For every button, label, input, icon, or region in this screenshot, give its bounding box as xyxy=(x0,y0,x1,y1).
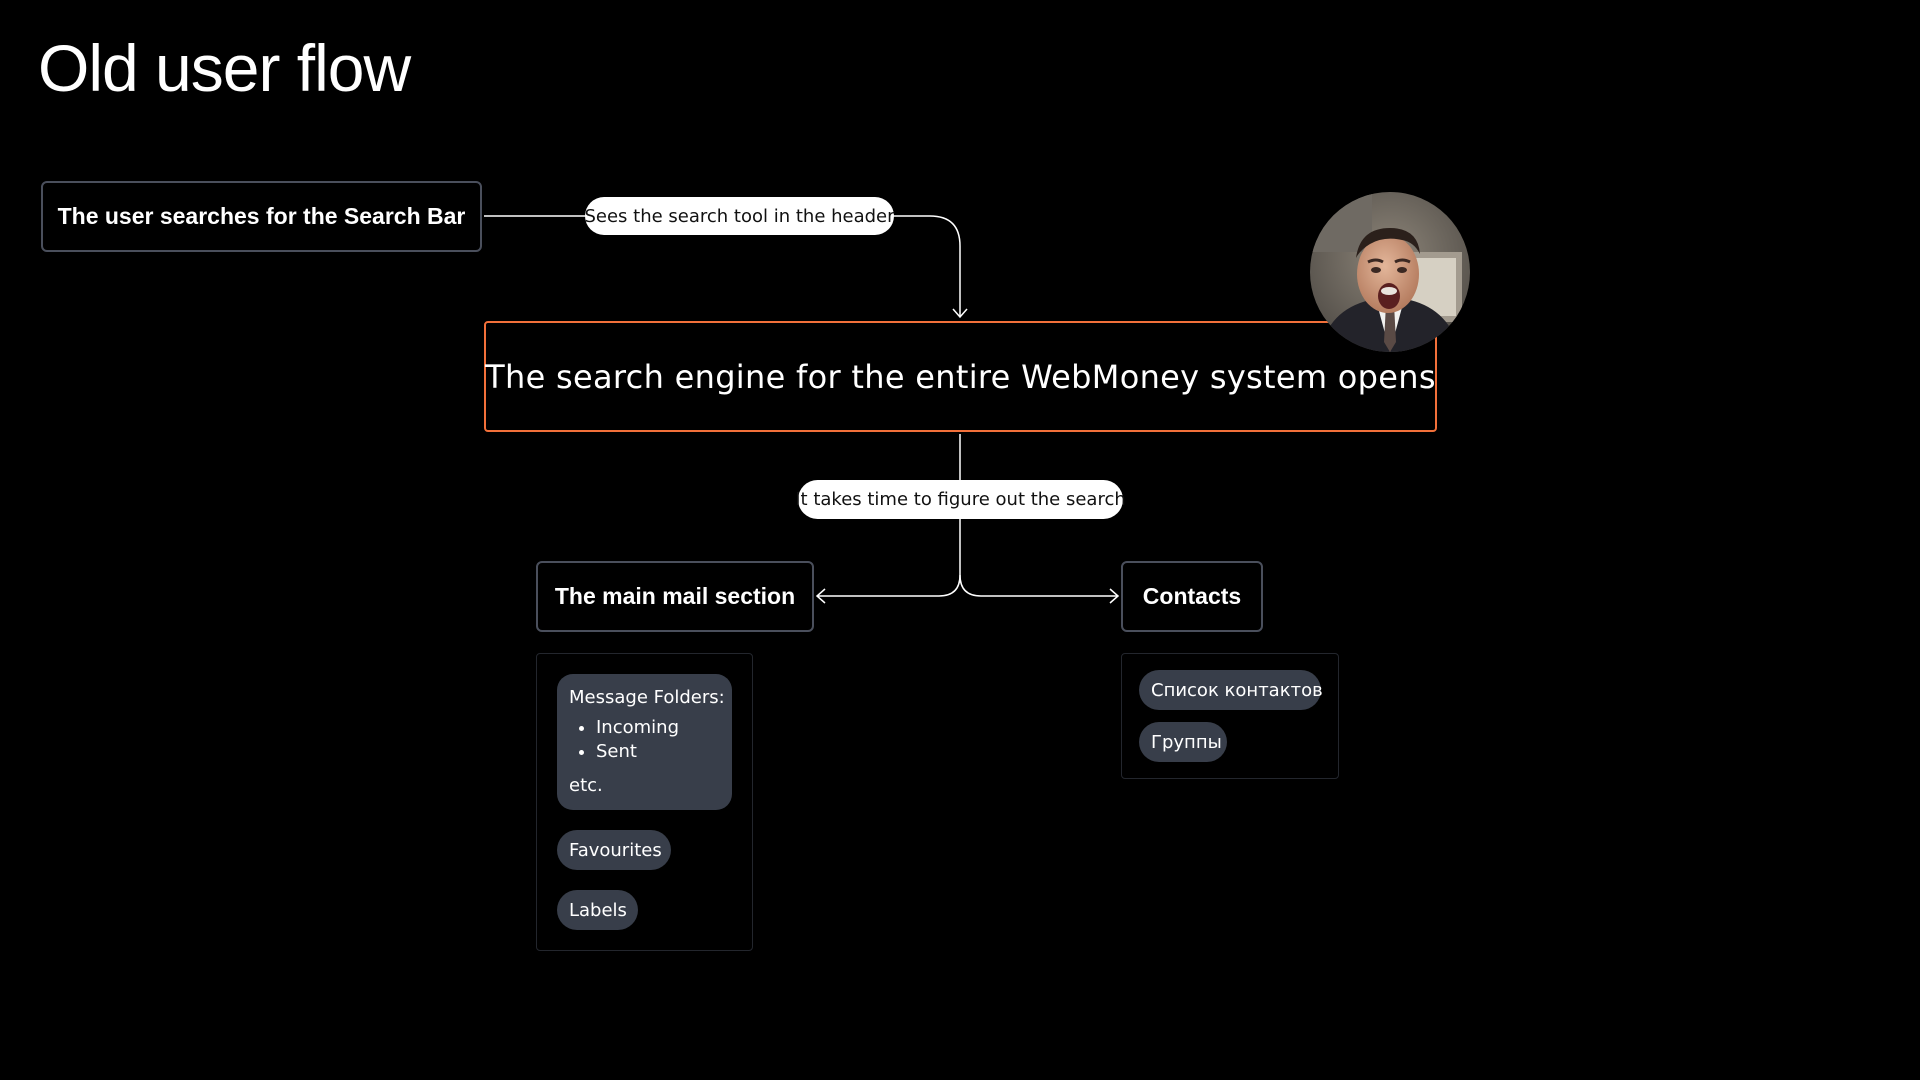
arrowhead-contacts xyxy=(1109,588,1120,604)
surprised-man-photo xyxy=(1310,192,1470,352)
connector-to-mail xyxy=(818,574,961,597)
node-main-mail-section: The main mail section xyxy=(536,561,814,632)
arrowhead-engine xyxy=(952,308,968,319)
edge-label-header: Sees the search tool in the header xyxy=(584,197,895,235)
node-search-engine: The search engine for the entire WebMone… xyxy=(484,321,1437,432)
node-contacts: Contacts xyxy=(1121,561,1263,632)
message-folders-title: Message Folders: xyxy=(569,687,725,708)
groups-chip: Группы xyxy=(1139,722,1227,762)
favourites-chip: Favourites xyxy=(557,830,671,870)
folder-item-sent: Sent xyxy=(596,740,720,764)
message-folders-chip: Message Folders: Incoming Sent etc. xyxy=(557,674,732,810)
connector-to-contacts xyxy=(959,574,1117,597)
page-title: Old user flow xyxy=(38,31,411,105)
edge-label-figure-out: It takes time to figure out the search xyxy=(795,480,1126,519)
message-folders-etc: etc. xyxy=(569,775,603,796)
labels-chip: Labels xyxy=(557,890,638,930)
message-folders-list: Incoming Sent xyxy=(569,716,720,764)
node-user-searches: The user searches for the Search Bar xyxy=(41,181,482,252)
node-main-mail-section-label: The main mail section xyxy=(554,583,796,609)
arrowhead-mail xyxy=(815,588,826,604)
node-user-searches-label: The user searches for the Search Bar xyxy=(57,203,466,229)
connector-lines xyxy=(484,215,1120,604)
folder-item-incoming: Incoming xyxy=(596,716,720,740)
node-contacts-label: Contacts xyxy=(1142,583,1242,609)
contacts-list-chip: Список контактов xyxy=(1139,670,1323,710)
node-search-engine-label: The search engine for the entire WebMone… xyxy=(485,357,1436,396)
